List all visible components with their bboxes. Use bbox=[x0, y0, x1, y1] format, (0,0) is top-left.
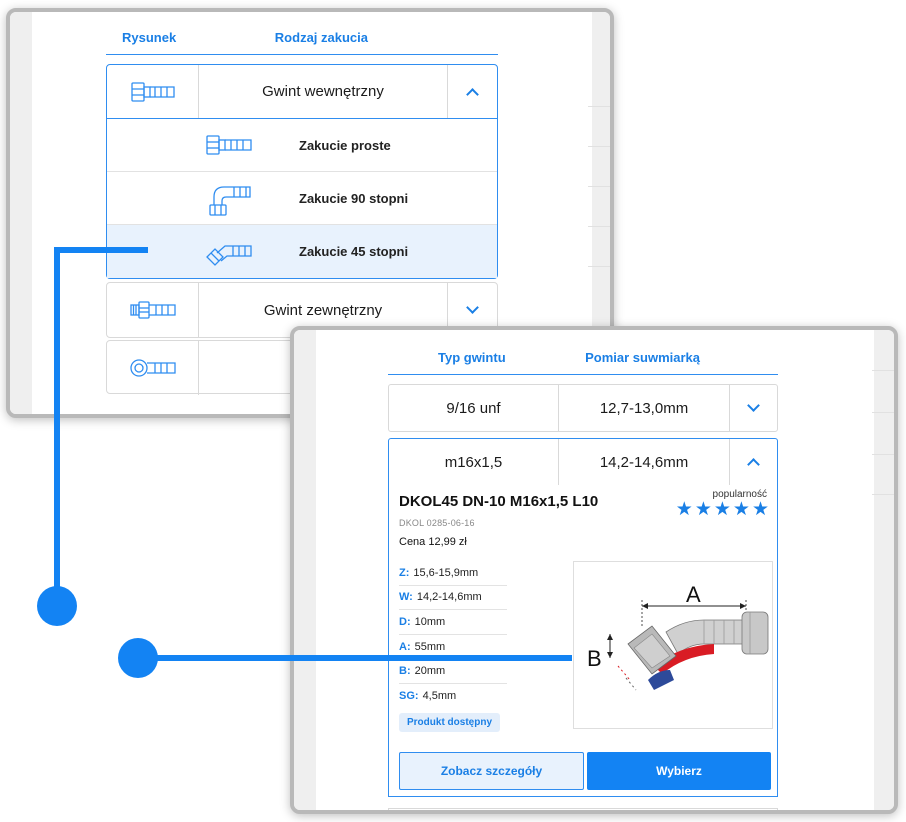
spec-row: Z: 15,6-15,9mm bbox=[399, 561, 507, 586]
connector-line-vertical bbox=[54, 247, 60, 603]
elbow-45-fitting-icon bbox=[159, 237, 299, 267]
sub-item-90deg-label: Zakucie 90 stopni bbox=[299, 190, 409, 206]
tab-thread-type[interactable]: Typ gwintu bbox=[438, 350, 506, 374]
caliper-measure-cell: 12,7-13,0mm bbox=[599, 399, 689, 417]
thread-row-toggle[interactable] bbox=[729, 439, 777, 485]
details-button[interactable]: Zobacz szczegóły bbox=[399, 752, 584, 790]
chevron-down-icon bbox=[747, 399, 760, 412]
spec-list: Z: 15,6-15,9mm W: 14,2-14,6mm D: 10mm A: 55m… bbox=[399, 561, 507, 709]
tab-caliper-measure[interactable]: Pomiar suwmiarką bbox=[585, 350, 700, 374]
group-internal-thread-toggle[interactable] bbox=[447, 65, 497, 118]
product-title: DKOL45 DN-10 M16x1,5 L10 bbox=[399, 493, 599, 510]
spec-value: 14,2-14,6mm bbox=[416, 591, 482, 604]
spec-row: B: 20mm bbox=[399, 659, 507, 684]
product-price: Cena 12,99 zł bbox=[399, 536, 467, 548]
product-drawing[interactable]: A B bbox=[573, 561, 773, 729]
product-card: DKOL45 DN-10 M16x1,5 L10 DKOL 0285-06-16… bbox=[388, 485, 778, 797]
tab-drawing[interactable]: Rysunek bbox=[122, 30, 176, 54]
thread-selection-window: Typ gwintu Pomiar suwmiarką 9/16 unf 12,… bbox=[290, 326, 898, 814]
product-code: DKOL 0285-06-16 bbox=[399, 518, 475, 528]
spec-value: 20mm bbox=[414, 665, 446, 678]
sub-item-45deg[interactable]: Zakucie 45 stopni bbox=[107, 225, 497, 278]
banjo-fitting-icon bbox=[107, 341, 199, 395]
fitting-tabs: Rysunek Rodzaj zakucia bbox=[106, 30, 498, 55]
star-icon: ★ bbox=[694, 499, 712, 520]
caliper-measure-cell: 14,2-14,6mm bbox=[599, 453, 689, 471]
group-internal-thread: Gwint wewnętrzny Zakucie proste Zakucie … bbox=[106, 64, 498, 279]
spec-row: W: 14,2-14,6mm bbox=[399, 586, 507, 611]
fitting-external-thread-icon bbox=[107, 283, 199, 337]
sub-item-straight-label: Zakucie proste bbox=[299, 137, 391, 153]
straight-fitting-icon bbox=[159, 132, 299, 158]
connector-dot-left bbox=[37, 586, 77, 626]
thread-row[interactable]: 9/16 unf 12,7-13,0mm bbox=[388, 384, 778, 432]
spec-key: Z: bbox=[399, 566, 410, 579]
left-gutter bbox=[294, 330, 316, 810]
left-gutter bbox=[10, 12, 32, 414]
group-internal-thread-header[interactable]: Gwint wewnętrzny bbox=[107, 65, 497, 119]
select-button[interactable]: Wybierz bbox=[587, 752, 771, 790]
availability-badge: Produkt dostępny bbox=[399, 713, 501, 732]
spec-key: D: bbox=[399, 615, 411, 628]
spec-value: 10mm bbox=[414, 615, 446, 628]
thread-row-expanded[interactable]: m16x1,5 14,2-14,6mm bbox=[388, 438, 778, 486]
connector-line-horizontal-top bbox=[54, 247, 148, 253]
chevron-up-icon bbox=[747, 458, 760, 471]
spec-value: 4,5mm bbox=[422, 690, 457, 703]
thread-tabs: Typ gwintu Pomiar suwmiarką bbox=[388, 350, 778, 375]
dimension-a-label: A bbox=[686, 582, 701, 607]
sub-item-45deg-label: Zakucie 45 stopni bbox=[299, 244, 409, 259]
chevron-down-icon bbox=[466, 301, 479, 314]
elbow-90-fitting-icon bbox=[159, 179, 299, 217]
spec-row: D: 10mm bbox=[399, 610, 507, 635]
connector-dot-bottom bbox=[118, 638, 158, 678]
spec-key: W: bbox=[399, 591, 413, 604]
spec-key: A: bbox=[399, 640, 411, 653]
stage: Rysunek Rodzaj zakucia Gwint wewnętrzny … bbox=[0, 0, 906, 822]
connector-line-horizontal-bottom bbox=[138, 655, 572, 661]
thread-type-cell: m16x1,5 bbox=[389, 439, 559, 485]
sub-item-90deg[interactable]: Zakucie 90 stopni bbox=[107, 172, 497, 225]
thread-row-toggle[interactable] bbox=[729, 385, 777, 431]
dimension-b-label: B bbox=[587, 646, 602, 671]
right-gutter bbox=[874, 330, 894, 810]
spec-row: SG: 4,5mm bbox=[399, 684, 507, 709]
group-external-thread-label: Gwint zewnętrzny bbox=[263, 301, 383, 319]
fitting-internal-thread-icon bbox=[107, 65, 199, 118]
tab-fitting-type[interactable]: Rodzaj zakucia bbox=[275, 30, 368, 54]
group-internal-thread-label: Gwint wewnętrzny bbox=[262, 83, 384, 100]
star-icon: ★ bbox=[713, 499, 731, 520]
thread-type-cell: 9/16 unf bbox=[389, 385, 559, 431]
sub-item-straight[interactable]: Zakucie proste bbox=[107, 119, 497, 172]
star-icon: ★ bbox=[675, 499, 693, 520]
spec-key: SG: bbox=[399, 690, 419, 703]
star-icon: ★ bbox=[751, 499, 769, 520]
star-icon: ★ bbox=[732, 499, 750, 520]
spec-value: 55mm bbox=[414, 640, 446, 653]
next-thread-row-peek bbox=[388, 808, 778, 810]
spec-value: 15,6-15,9mm bbox=[413, 566, 479, 579]
spec-key: B: bbox=[399, 665, 411, 678]
popularity-rating: ★ ★ ★ ★ ★ bbox=[676, 499, 769, 521]
chevron-up-icon bbox=[466, 87, 479, 101]
